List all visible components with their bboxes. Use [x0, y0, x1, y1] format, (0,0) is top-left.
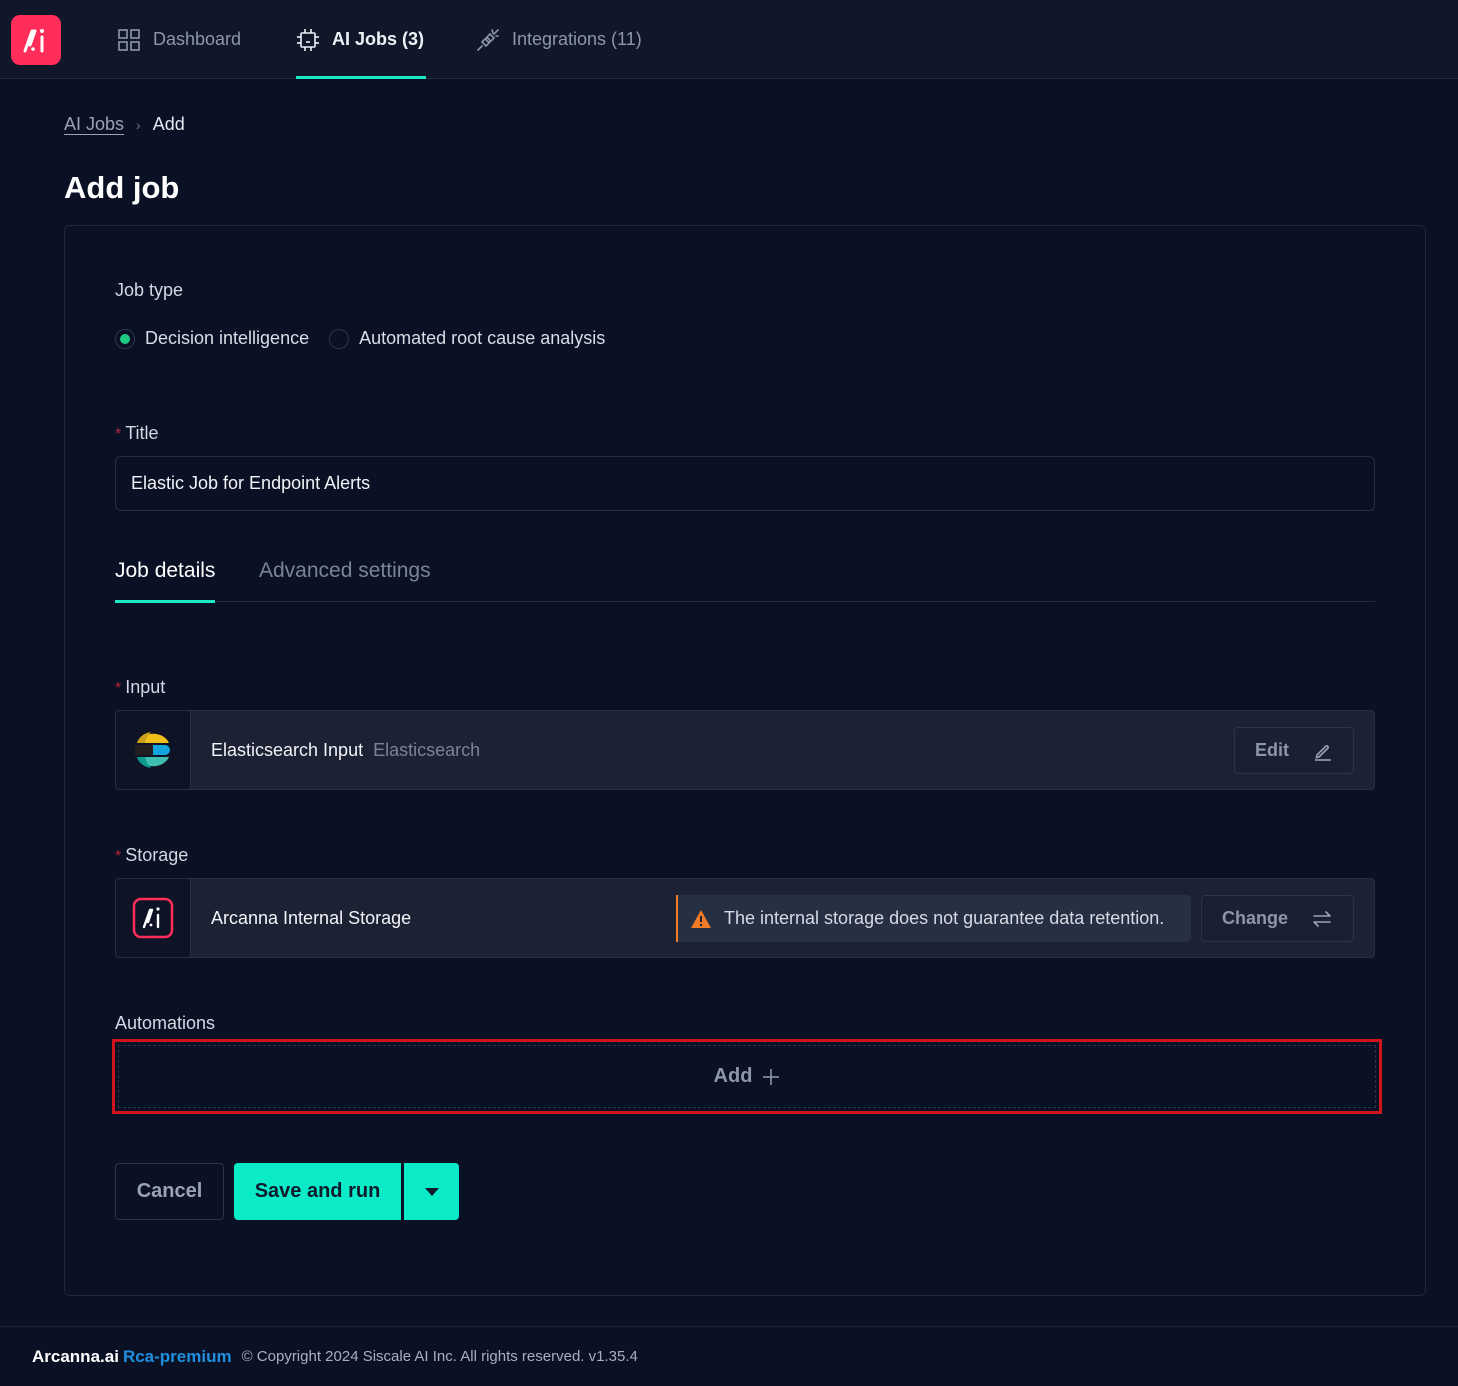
swap-arrows-icon [1313, 910, 1331, 927]
title-label-text: Title [125, 423, 159, 443]
top-navigation: Dashboard AI Jobs (3) Integrations (11) [0, 0, 1458, 79]
automations-label: Automations [115, 1013, 216, 1033]
job-tabs: Job details Advanced settings [115, 545, 1375, 603]
storage-icon-box [116, 879, 191, 957]
job-type-label: Job type [115, 280, 184, 300]
chip-icon [296, 28, 320, 52]
breadcrumb-ai-jobs-link[interactable]: AI Jobs [64, 114, 124, 135]
title-label: * Title [115, 423, 159, 444]
storage-name: Arcanna Internal Storage [211, 907, 412, 928]
radio-button-selected[interactable] [115, 328, 135, 349]
caret-down-icon [424, 1187, 439, 1196]
nav-ai-jobs[interactable]: AI Jobs (3) [296, 0, 426, 79]
radio-automated-root-cause-analysis[interactable]: Automated root cause analysis [329, 328, 605, 349]
input-icon-box [116, 711, 191, 789]
storage-warning: The internal storage does not guarantee … [676, 895, 1191, 942]
radio-button[interactable] [329, 328, 350, 349]
chevron-right-icon: › [136, 116, 141, 133]
arcanna-logo[interactable] [11, 15, 61, 65]
storage-label: * Storage [115, 845, 188, 866]
breadcrumb-current: Add [152, 114, 185, 134]
dashboard-grid-icon [117, 28, 141, 52]
add-automation-button[interactable]: Add [118, 1045, 1376, 1108]
edit-button-label: Edit [1255, 740, 1289, 760]
input-label-text: Input [125, 677, 166, 697]
storage-warning-text: The internal storage does not guarantee … [724, 908, 1165, 928]
tab-advanced-settings-label: Advanced settings [259, 559, 431, 582]
nav-ai-jobs-label: AI Jobs (3) [332, 29, 425, 49]
arcanna-logo-icon [23, 29, 44, 53]
plus-icon [763, 1068, 780, 1085]
elasticsearch-icon [135, 732, 170, 768]
footer-plan: Rca-premium [122, 1346, 232, 1366]
nav-dashboard-label: Dashboard [153, 29, 242, 49]
footer: Arcanna.ai Rca-premium © Copyright 2024 … [0, 1326, 1458, 1386]
breadcrumb: AI Jobs › Add [64, 114, 185, 135]
required-mark: * [115, 680, 122, 697]
save-options-dropdown[interactable] [404, 1163, 459, 1220]
warning-triangle-icon [691, 909, 711, 928]
nav-integrations[interactable]: Integrations (11) [476, 0, 642, 79]
save-and-run-button[interactable]: Save and run [234, 1163, 401, 1220]
plug-icon [476, 28, 500, 52]
page-title: Add job [64, 170, 180, 205]
storage-label-text: Storage [125, 845, 189, 865]
required-mark: * [115, 848, 122, 865]
cancel-button[interactable]: Cancel [115, 1163, 224, 1220]
change-storage-button[interactable]: Change [1201, 895, 1354, 942]
footer-brand: Arcanna.ai [32, 1346, 119, 1366]
arcanna-storage-icon [132, 897, 174, 939]
nav-dashboard[interactable]: Dashboard [117, 0, 241, 79]
edit-input-button[interactable]: Edit [1234, 727, 1354, 774]
job-type-radio-group: Decision intelligence Automated root cau… [115, 328, 625, 349]
tab-job-details-label: Job details [115, 559, 216, 582]
storage-item: Arcanna Internal Storage The internal st… [115, 878, 1375, 958]
active-nav-indicator [296, 76, 426, 79]
add-automation-label: Add [713, 1065, 753, 1087]
tab-advanced-settings[interactable]: Advanced settings [259, 559, 431, 602]
nav-integrations-label: Integrations (11) [512, 29, 642, 49]
title-input[interactable] [115, 456, 1375, 511]
required-mark: * [115, 426, 122, 443]
footer-copyright: © Copyright 2024 Siscale AI Inc. All rig… [241, 1348, 638, 1365]
pencil-icon [1315, 744, 1331, 761]
tab-job-details[interactable]: Job details [115, 559, 216, 603]
input-type: Elasticsearch [373, 739, 481, 760]
radio-decision-intelligence[interactable]: Decision intelligence [115, 328, 309, 349]
radio-label: Automated root cause analysis [359, 328, 606, 348]
input-name: Elasticsearch Input [211, 739, 364, 760]
change-button-label: Change [1222, 908, 1289, 928]
radio-label: Decision intelligence [145, 328, 310, 348]
input-item: Elasticsearch Input Elasticsearch Edit [115, 710, 1375, 790]
add-automation-highlight: Add [112, 1039, 1382, 1114]
active-tab-indicator [115, 600, 216, 603]
input-label: * Input [115, 677, 165, 698]
